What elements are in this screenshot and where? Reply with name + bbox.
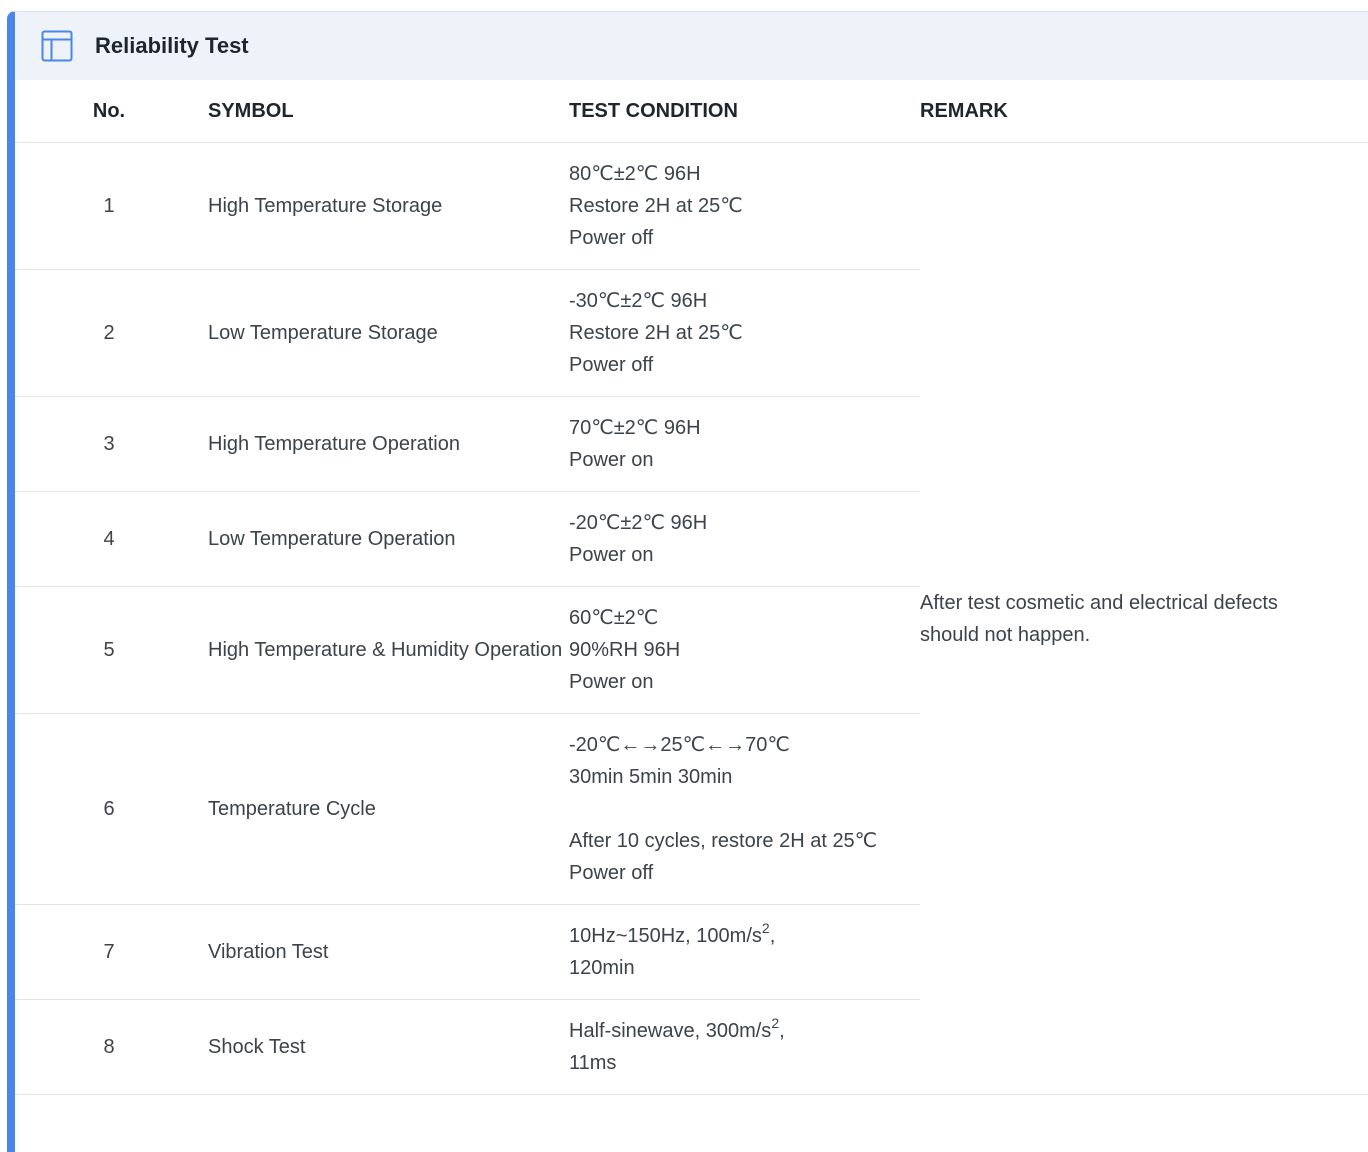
row-remark: After test cosmetic and electrical defec… [920, 142, 1368, 1095]
condition-line: 11ms [569, 1052, 617, 1074]
condition-superscript: 2 [771, 1015, 780, 1031]
table-layout-icon [41, 30, 73, 62]
condition-line: 90%RH 96H [569, 639, 681, 661]
row-symbol: High Temperature & Humidity Operation [208, 586, 569, 714]
table-header-row: No. SYMBOL TEST CONDITION REMARK [15, 80, 1368, 143]
condition-line: Power off [569, 354, 654, 376]
condition-line: 70℃±2℃ 96H [569, 417, 701, 439]
row-number: 4 [15, 491, 208, 587]
row-test-condition: 80℃±2℃ 96H Restore 2H at 25℃ Power off [569, 142, 920, 270]
condition-superscript: 2 [761, 920, 770, 936]
condition-line: After 10 cycles, restore 2H at 25℃ [569, 830, 878, 852]
condition-line: Power on [569, 544, 654, 566]
row-symbol: High Temperature Operation [208, 396, 569, 492]
condition-tail: , [779, 1020, 785, 1042]
panel-title: Reliability Test [95, 33, 249, 58]
condition-line: -20℃←→25℃←→70℃ [569, 734, 790, 756]
row-number: 1 [15, 142, 208, 270]
row-number: 8 [15, 999, 208, 1095]
condition-line: -30℃±2℃ 96H [569, 290, 708, 312]
row-test-condition: -20℃±2℃ 96H Power on [569, 491, 920, 587]
panel-header: Reliability Test [15, 12, 1368, 80]
row-symbol: Temperature Cycle [208, 713, 569, 905]
row-symbol: Low Temperature Operation [208, 491, 569, 587]
row-number: 2 [15, 269, 208, 397]
condition-line: Power on [569, 671, 654, 693]
condition-line: 120min [569, 957, 635, 979]
condition-line: Power on [569, 449, 654, 471]
row-number: 6 [15, 713, 208, 905]
condition-line: -20℃±2℃ 96H [569, 512, 708, 534]
condition-tail: , [769, 925, 776, 947]
row-test-condition: 70℃±2℃ 96H Power on [569, 396, 920, 492]
condition-spacer [569, 793, 900, 825]
condition-line: Power off [569, 227, 654, 249]
row-number: 3 [15, 396, 208, 492]
row-test-condition: 60℃±2℃ 90%RH 96H Power on [569, 586, 920, 714]
row-symbol: High Temperature Storage [208, 142, 569, 270]
row-number: 5 [15, 586, 208, 714]
condition-line: 60℃±2℃ [569, 607, 659, 629]
table-row: 1 High Temperature Storage 80℃±2℃ 96H Re… [15, 142, 1368, 1095]
condition-text: Half-sinewave, 300m/s [569, 1020, 772, 1042]
condition-line: Restore 2H at 25℃ [569, 195, 743, 217]
row-test-condition: Half-sinewave, 300m/s2, 11ms [569, 999, 920, 1095]
column-header-remark: REMARK [920, 80, 1368, 143]
reliability-test-panel: Reliability Test No. SYMBOL TEST CONDITI… [7, 11, 1368, 1152]
row-symbol: Vibration Test [208, 904, 569, 1000]
column-header-no: No. [15, 80, 208, 143]
row-symbol: Low Temperature Storage [208, 269, 569, 397]
condition-line: Half-sinewave, 300m/s2, [569, 1015, 900, 1047]
row-test-condition: 10Hz~150Hz, 100m/s2, 120min [569, 904, 920, 1000]
condition-line: 30min 5min 30min [569, 766, 733, 788]
column-header-symbol: SYMBOL [208, 80, 569, 143]
column-header-test-condition: TEST CONDITION [569, 80, 920, 143]
row-symbol: Shock Test [208, 999, 569, 1095]
condition-line: 10Hz~150Hz, 100m/s2, [569, 920, 900, 952]
row-number: 7 [15, 904, 208, 1000]
condition-text: 10Hz~150Hz, 100m/s [569, 925, 762, 947]
row-test-condition: -30℃±2℃ 96H Restore 2H at 25℃ Power off [569, 269, 920, 397]
row-test-condition: -20℃←→25℃←→70℃ 30min 5min 30min After 10… [569, 713, 920, 905]
reliability-test-table: No. SYMBOL TEST CONDITION REMARK 1 High … [15, 80, 1368, 1095]
condition-line: Restore 2H at 25℃ [569, 322, 743, 344]
condition-line: 80℃±2℃ 96H [569, 163, 701, 185]
condition-line: Power off [569, 862, 654, 884]
